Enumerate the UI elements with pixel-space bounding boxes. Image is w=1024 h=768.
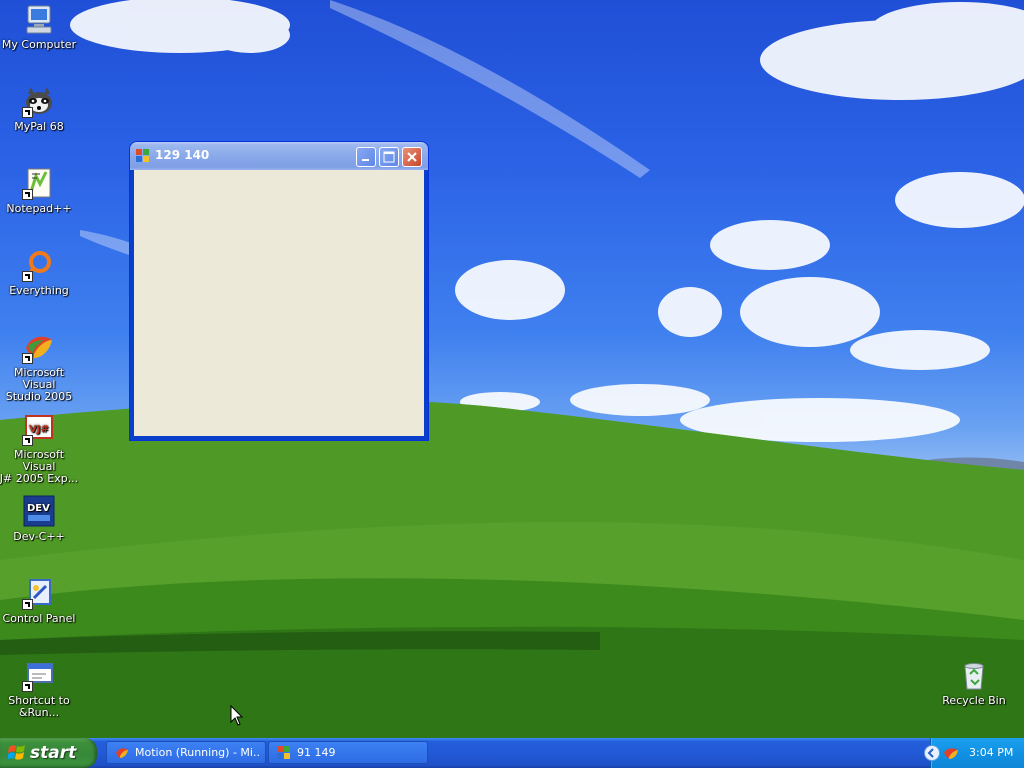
taskbar-button-window[interactable]: 91 149 <box>268 741 428 764</box>
mouse-cursor-icon <box>230 705 244 726</box>
desktop-icon-label: MyPal 68 <box>14 120 64 133</box>
desktop-icon-label: Microsoft Visual J# 2005 Exp... <box>0 448 79 485</box>
desktop-icon-recycle-bin[interactable]: Recycle Bin <box>934 658 1014 707</box>
desktop-icon-label: Microsoft Visual Studio 2005 <box>5 366 73 403</box>
taskbar-button-motion[interactable]: Motion (Running) - Mi... <box>106 741 266 764</box>
close-button[interactable] <box>402 147 422 167</box>
desktop-icon-control-panel[interactable]: Control Panel <box>0 576 79 625</box>
app-window-icon <box>136 149 149 162</box>
window-title: 129 140 <box>155 148 210 162</box>
control-panel-icon <box>22 576 56 610</box>
desktop-icon-visual-jsharp[interactable]: VJ# Microsoft Visual J# 2005 Exp... <box>0 412 79 485</box>
taskbar: start Motion (Running) - Mi... 91 149 3:… <box>0 738 1024 768</box>
run-shortcut-icon <box>22 658 56 692</box>
shortcut-arrow-icon <box>22 353 33 364</box>
notepad-plus-plus-icon <box>22 166 56 200</box>
desktop-icon-everything[interactable]: Everything <box>0 248 79 297</box>
shortcut-arrow-icon <box>22 599 33 610</box>
shortcut-arrow-icon <box>22 435 33 446</box>
start-label: start <box>30 743 77 763</box>
app-window[interactable]: 129 140 <box>130 142 428 440</box>
desktop-icon-notepad-plus-plus[interactable]: Notepad++ <box>0 166 79 215</box>
desktop-icon-visual-studio[interactable]: Microsoft Visual Studio 2005 <box>0 330 79 403</box>
taskbar-clock[interactable]: 3:04 PM <box>969 746 1013 759</box>
minimize-icon <box>362 159 369 161</box>
desktop-icon-label: My Computer <box>1 38 77 51</box>
maximize-icon <box>383 151 395 163</box>
svg-text:VJ#: VJ# <box>29 424 49 435</box>
desktop-icon-label: Everything <box>9 284 69 297</box>
taskbar-button-label: 91 149 <box>297 746 336 759</box>
desktop-icon-run-shortcut[interactable]: Shortcut to &Run... <box>0 658 79 719</box>
visual-studio-icon <box>22 330 56 364</box>
desktop-icon-my-computer[interactable]: My Computer <box>0 2 79 51</box>
desktop: My Computer MyPal 68 Notepad++ Everythin… <box>0 0 1024 738</box>
desktop-icon-label: Control Panel <box>2 612 76 625</box>
visual-jsharp-icon: VJ# <box>22 412 56 446</box>
svg-text:DEV: DEV <box>27 503 50 514</box>
tray-app-icon[interactable] <box>943 745 959 761</box>
desktop-icon-mypal[interactable]: MyPal 68 <box>0 84 79 133</box>
app-window-icon <box>277 746 290 759</box>
everything-search-icon <box>22 248 56 282</box>
maximize-button[interactable] <box>379 147 399 167</box>
start-button[interactable]: start <box>0 738 97 768</box>
system-tray: 3:04 PM <box>924 738 1024 768</box>
recycle-bin-icon <box>957 658 991 692</box>
taskbar-button-label: Motion (Running) - Mi... <box>135 746 259 759</box>
visual-studio-icon <box>116 748 128 758</box>
tray-expand-button[interactable] <box>924 745 940 761</box>
window-client-area[interactable] <box>134 170 424 436</box>
close-icon <box>407 152 417 162</box>
minimize-button[interactable] <box>356 147 376 167</box>
desktop-icon-label: Shortcut to &Run... <box>8 694 70 719</box>
shortcut-arrow-icon <box>22 681 33 692</box>
shortcut-arrow-icon <box>22 271 33 282</box>
desktop-icon-label: Notepad++ <box>6 202 72 215</box>
mypal-icon <box>22 84 56 118</box>
shortcut-arrow-icon <box>22 189 33 200</box>
desktop-icon-label: Recycle Bin <box>942 694 1006 707</box>
chevron-left-icon <box>927 748 934 758</box>
my-computer-icon <box>22 2 56 36</box>
windows-logo-icon <box>8 745 25 760</box>
window-titlebar[interactable]: 129 140 <box>130 142 428 170</box>
desktop-icon-dev-cpp[interactable]: DEV Dev-C++ <box>0 494 79 543</box>
dev-cpp-icon: DEV <box>22 494 56 528</box>
desktop-icon-label: Dev-C++ <box>13 530 65 543</box>
shortcut-arrow-icon <box>22 107 33 118</box>
